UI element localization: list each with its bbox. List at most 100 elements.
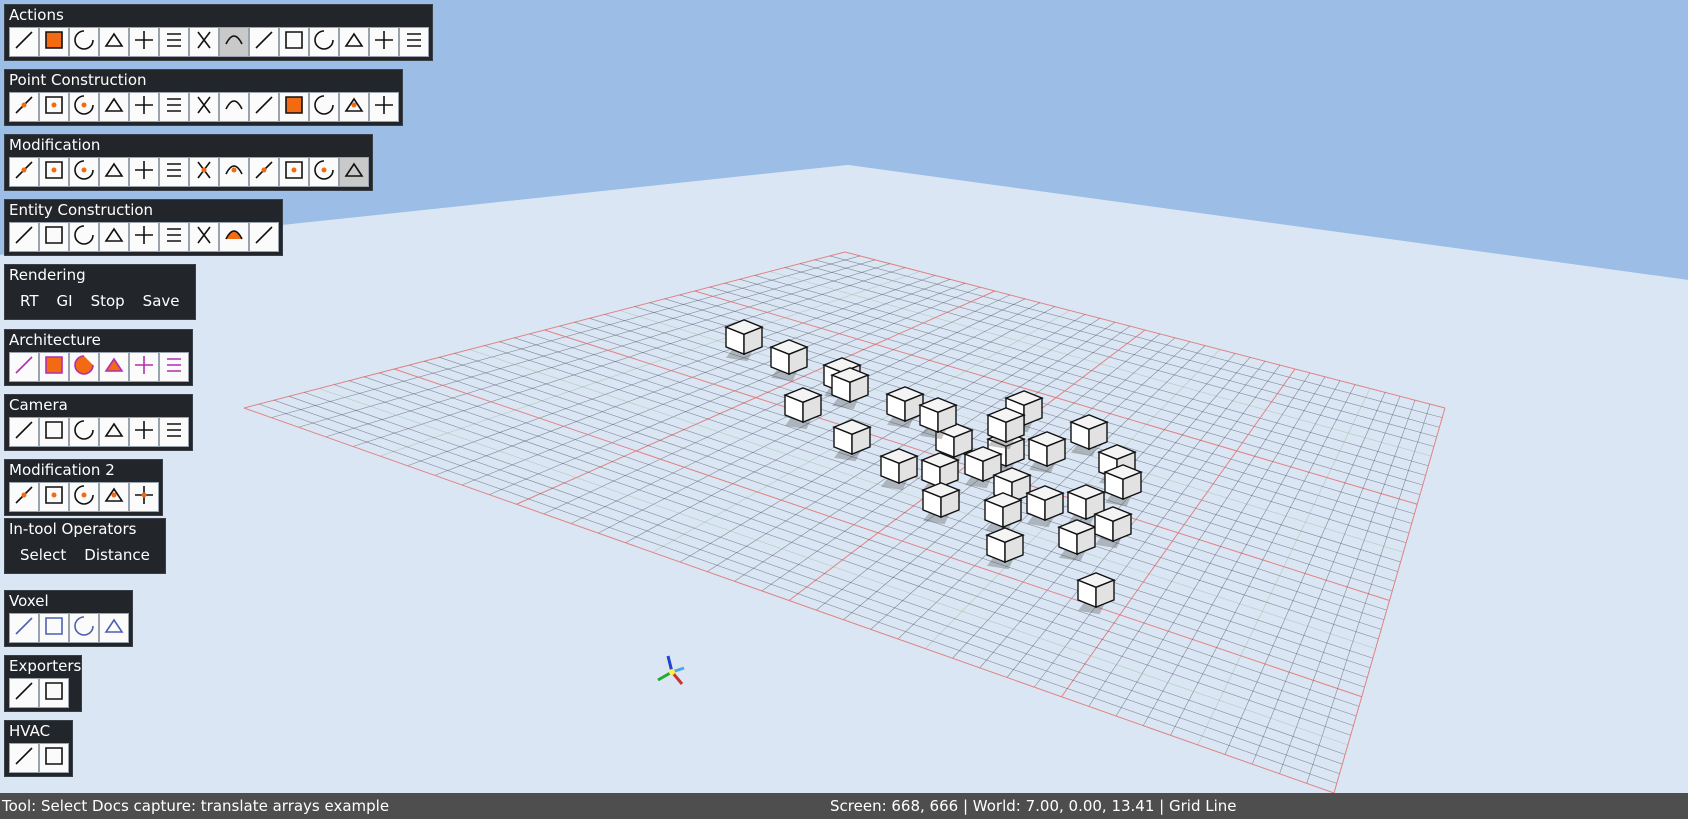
section-button[interactable]: [159, 222, 189, 252]
person-icon: [42, 418, 66, 446]
status-coordinates: Screen: 668, 666 | World: 7.00, 0.00, 13…: [830, 797, 1237, 815]
axes-button[interactable]: [69, 417, 99, 447]
point-button[interactable]: [9, 92, 39, 122]
path-array-3-button[interactable]: [129, 482, 159, 512]
rendering-gi-button[interactable]: GI: [48, 289, 82, 313]
arc-button[interactable]: [159, 92, 189, 122]
entity-construction-toolbar: [5, 222, 282, 255]
rotate-array-2-icon: [42, 483, 66, 511]
polyline-plane-button[interactable]: [249, 92, 279, 122]
rotate-array-3-button[interactable]: [99, 482, 129, 512]
duct-button[interactable]: [9, 743, 39, 773]
panel-title: Rendering: [9, 266, 86, 284]
hvac-toolbar: [5, 743, 72, 776]
lightbulb-button[interactable]: [369, 27, 399, 57]
axes-icon: [72, 418, 96, 446]
select-arrow-button[interactable]: [9, 157, 39, 187]
voxel-cube-button[interactable]: [39, 613, 69, 643]
extrude-2-button[interactable]: [159, 157, 189, 187]
cut-button[interactable]: [249, 222, 279, 252]
panel-title: Entity Construction: [9, 201, 154, 219]
voxel-stack-button[interactable]: [69, 613, 99, 643]
rendering-rt-button[interactable]: RT: [11, 289, 48, 313]
voxel-grid-button[interactable]: [9, 613, 39, 643]
face-button[interactable]: [129, 222, 159, 252]
dimension-button[interactable]: [9, 222, 39, 252]
plane-button[interactable]: [189, 27, 219, 57]
curve-button[interactable]: [99, 222, 129, 252]
rotate-array-2-button[interactable]: [39, 482, 69, 512]
rendering-stop-button[interactable]: Stop: [82, 289, 134, 313]
rectangle-button[interactable]: [219, 92, 249, 122]
translate-arrow-button[interactable]: [189, 157, 219, 187]
beam-icon: [72, 353, 96, 381]
zigzag-line-button[interactable]: [99, 92, 129, 122]
select-box-button[interactable]: [279, 27, 309, 57]
panel-icon: [132, 353, 156, 381]
undo-button[interactable]: [69, 27, 99, 57]
intool-distance-button[interactable]: Distance: [75, 543, 159, 567]
globe-button[interactable]: [99, 417, 129, 447]
beam-button[interactable]: [69, 352, 99, 382]
extrude-button[interactable]: [129, 157, 159, 187]
drop-button[interactable]: [219, 27, 249, 57]
axes-color-button[interactable]: [129, 417, 159, 447]
rotate-button[interactable]: [69, 157, 99, 187]
select-box-2-button[interactable]: [309, 27, 339, 57]
voxel-panel: Voxel: [4, 590, 133, 647]
actions-toolbar: [5, 27, 432, 60]
slab-button[interactable]: [39, 352, 69, 382]
save-as-button[interactable]: [159, 27, 189, 57]
export-2-button[interactable]: [39, 678, 69, 708]
point-axis-button[interactable]: [39, 92, 69, 122]
box-button[interactable]: [309, 92, 339, 122]
extrude-face-icon: [192, 223, 216, 251]
path-array-button[interactable]: [309, 157, 339, 187]
window-button[interactable]: [99, 352, 129, 382]
new-file-2-button[interactable]: [129, 27, 159, 57]
filled-plane-icon: [282, 93, 306, 121]
door-button[interactable]: [159, 352, 189, 382]
move-button[interactable]: [39, 157, 69, 187]
save-button[interactable]: [39, 27, 69, 57]
path-array-2-button[interactable]: [69, 482, 99, 512]
panel-button[interactable]: [129, 352, 159, 382]
rotate-dots-button[interactable]: [9, 482, 39, 512]
extrude-face-button[interactable]: [189, 222, 219, 252]
delete-button[interactable]: [249, 27, 279, 57]
panel-title: Architecture: [9, 331, 101, 349]
parallel-lines-button[interactable]: [189, 92, 219, 122]
filled-plane-button[interactable]: [279, 92, 309, 122]
point-grid-button[interactable]: [69, 92, 99, 122]
text-leader-button[interactable]: [39, 222, 69, 252]
orbit-button[interactable]: [9, 417, 39, 447]
circle-button[interactable]: [369, 92, 399, 122]
status-tool-text: Tool: Select Docs capture: translate arr…: [2, 797, 390, 815]
status-bar: Tool: Select Docs capture: translate arr…: [0, 793, 1688, 819]
redo-button[interactable]: [99, 27, 129, 57]
stairs-button[interactable]: [9, 352, 39, 382]
array-button[interactable]: [219, 157, 249, 187]
zoom-button[interactable]: [159, 417, 189, 447]
step-button[interactable]: [339, 157, 369, 187]
path-array-icon: [312, 158, 336, 186]
rotated-rect-button[interactable]: [339, 92, 369, 122]
rotate-array-button[interactable]: [279, 157, 309, 187]
intool-select-button[interactable]: Select: [11, 543, 75, 567]
hvac-unit-button[interactable]: [39, 743, 69, 773]
voxel-merge-button[interactable]: [99, 613, 129, 643]
array-3d-button[interactable]: [249, 157, 279, 187]
line-button[interactable]: [129, 92, 159, 122]
export-icon: [12, 679, 36, 707]
block-button[interactable]: [219, 222, 249, 252]
new-file-button[interactable]: [9, 27, 39, 57]
plug-button[interactable]: [399, 27, 429, 57]
line-icon: [132, 93, 156, 121]
person-button[interactable]: [39, 417, 69, 447]
scale-button[interactable]: [99, 157, 129, 187]
text-button[interactable]: [69, 222, 99, 252]
plane-flat-button[interactable]: [339, 27, 369, 57]
export-button[interactable]: [9, 678, 39, 708]
save-icon: [42, 28, 66, 56]
rendering-save-button[interactable]: Save: [134, 289, 189, 313]
